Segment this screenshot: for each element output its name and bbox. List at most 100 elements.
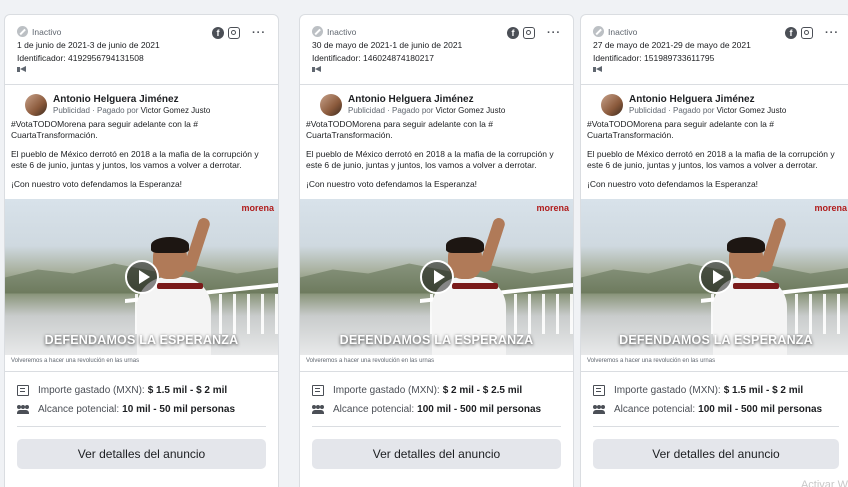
ad-video[interactable]: morena DEFENDAMOS LA ESPERANZA <box>5 198 278 355</box>
ad-dates: 27 de mayo de 2021-29 de mayo de 2021 <box>593 40 751 50</box>
ad-identifier: Identificador: 146024874180217 <box>312 53 434 63</box>
people-icon <box>17 404 29 415</box>
ad-card: Inactivo 1 de junio de 2021-3 de junio d… <box>4 14 279 487</box>
paid-by-prefix: Publicidad · Pagado por <box>629 106 715 115</box>
ad-video[interactable]: morena DEFENDAMOS LA ESPERANZA <box>300 198 573 355</box>
page-name[interactable]: Antonio Helguera Jiménez <box>629 94 786 105</box>
video-slogan: DEFENDAMOS LA ESPERANZA <box>339 332 534 347</box>
platforms: f ··· <box>507 27 561 39</box>
reach-row: Alcance potencial: 10 mil - 50 mil perso… <box>17 400 266 419</box>
more-options-icon[interactable]: ··· <box>252 27 266 39</box>
instagram-icon <box>801 27 813 39</box>
ad-video[interactable]: morena DEFENDAMOS LA ESPERANZA <box>581 198 848 355</box>
platforms: f ··· <box>785 27 839 39</box>
ad-card: Inactivo 27 de mayo de 2021-29 de mayo d… <box>580 14 848 487</box>
megaphone-icon <box>17 66 26 73</box>
ad-card-header: Inactivo 1 de junio de 2021-3 de junio d… <box>5 15 278 85</box>
video-slogan: DEFENDAMOS LA ESPERANZA <box>619 332 813 347</box>
shirt-stripe <box>452 282 498 289</box>
page-name[interactable]: Antonio Helguera Jiménez <box>348 94 505 105</box>
receipt-icon <box>312 384 324 396</box>
ad-text-line: ¡Con nuestro voto defendamos la Esperanz… <box>11 179 183 189</box>
ad-text-line: ¡Con nuestro voto defendamos la Esperanz… <box>587 179 759 189</box>
paid-by-name: Victor Gomez Justo <box>435 106 506 115</box>
see-ad-details-button[interactable]: Ver detalles del anuncio <box>593 438 839 469</box>
spend-label: Importe gastado (MXN): <box>614 384 721 396</box>
paid-by-prefix: Publicidad · Pagado por <box>348 106 434 115</box>
avatar[interactable] <box>601 94 623 116</box>
ad-identifier: Identificador: 151989733611795 <box>593 53 715 63</box>
ad-text-line: El pueblo de México derrotó en 2018 a la… <box>306 149 554 170</box>
ad-card-header: Inactivo 30 de mayo de 2021-1 de junio d… <box>300 15 573 85</box>
hair <box>727 236 765 253</box>
status-label: Inactivo <box>32 26 62 37</box>
reach-label: Alcance potencial: <box>614 403 696 415</box>
people-icon <box>312 404 324 415</box>
facebook-icon: f <box>785 27 797 39</box>
ad-card: Inactivo 30 de mayo de 2021-1 de junio d… <box>299 14 574 487</box>
paid-by-prefix: Publicidad · Pagado por <box>53 106 139 115</box>
page-name[interactable]: Antonio Helguera Jiménez <box>53 94 210 105</box>
paid-by: Publicidad · Pagado por Victor Gomez Jus… <box>629 106 786 115</box>
more-options-icon[interactable]: ··· <box>825 27 839 39</box>
hair <box>151 236 189 253</box>
video-slogan: DEFENDAMOS LA ESPERANZA <box>44 332 239 347</box>
spend-label: Importe gastado (MXN): <box>333 384 440 396</box>
receipt-icon <box>593 384 605 396</box>
ad-text-line: El pueblo de México derrotó en 2018 a la… <box>11 149 259 170</box>
play-icon[interactable] <box>419 259 454 294</box>
divider <box>312 425 561 427</box>
status-label: Inactivo <box>327 26 357 37</box>
reach-value: 100 mil - 500 mil personas <box>417 403 542 415</box>
avatar[interactable] <box>320 94 342 116</box>
instagram-icon <box>523 27 535 39</box>
reach-value: 10 mil - 50 mil personas <box>122 403 235 415</box>
ad-identifier: Identificador: 4192956794131508 <box>17 53 144 63</box>
inactive-status-icon <box>593 26 604 37</box>
avatar[interactable] <box>25 94 47 116</box>
inactive-status-icon <box>17 26 28 37</box>
paid-by: Publicidad · Pagado por Victor Gomez Jus… <box>53 106 210 115</box>
status-label: Inactivo <box>608 26 638 37</box>
ad-page-header: Antonio Helguera Jiménez Publicidad · Pa… <box>581 85 848 116</box>
play-icon[interactable] <box>699 259 733 294</box>
see-ad-details-button[interactable]: Ver detalles del anuncio <box>312 438 561 469</box>
receipt-icon <box>17 384 29 396</box>
video-caption: Volveremos a hacer una revolución en las… <box>300 355 573 372</box>
spend-row: Importe gastado (MXN): $ 1.5 mil - $ 2 m… <box>593 381 839 400</box>
reach-row: Alcance potencial: 100 mil - 500 mil per… <box>593 400 839 419</box>
reach-row: Alcance potencial: 100 mil - 500 mil per… <box>312 400 561 419</box>
facebook-icon: f <box>212 27 224 39</box>
ad-text-line: El pueblo de México derrotó en 2018 a la… <box>587 149 835 170</box>
spend-row: Importe gastado (MXN): $ 2 mil - $ 2.5 m… <box>312 381 561 400</box>
spend-value: $ 1.5 mil - $ 2 mil <box>147 384 228 396</box>
ad-stats: Importe gastado (MXN): $ 1.5 mil - $ 2 m… <box>5 372 278 419</box>
video-caption: Volveremos a hacer una revolución en las… <box>581 355 848 372</box>
video-caption: Volveremos a hacer una revolución en las… <box>5 355 278 372</box>
see-ad-details-button[interactable]: Ver detalles del anuncio <box>17 438 266 469</box>
play-icon[interactable] <box>124 259 159 294</box>
reach-value: 100 mil - 500 mil personas <box>698 403 823 415</box>
spend-value: $ 1.5 mil - $ 2 mil <box>723 384 804 396</box>
spend-value: $ 2 mil - $ 2.5 mil <box>442 384 523 396</box>
ad-body-text: #VotaTODOMorena para seguir adelante con… <box>5 116 278 190</box>
brand-logo: morena <box>814 202 847 213</box>
divider <box>593 425 839 427</box>
spend-row: Importe gastado (MXN): $ 1.5 mil - $ 2 m… <box>17 381 266 400</box>
brand-logo: morena <box>536 202 569 213</box>
megaphone-icon <box>593 66 602 73</box>
more-options-icon[interactable]: ··· <box>547 27 561 39</box>
ad-body-text: #VotaTODOMorena para seguir adelante con… <box>300 116 573 190</box>
inactive-status-icon <box>312 26 323 37</box>
os-activation-watermark: Activar W <box>800 479 848 487</box>
ad-text-line: #VotaTODOMorena para seguir adelante con… <box>587 119 774 140</box>
ad-text-line: #VotaTODOMorena para seguir adelante con… <box>11 119 198 140</box>
ad-page-header: Antonio Helguera Jiménez Publicidad · Pa… <box>5 85 278 116</box>
spend-label: Importe gastado (MXN): <box>38 384 145 396</box>
ad-dates: 1 de junio de 2021-3 de junio de 2021 <box>17 40 160 50</box>
megaphone-icon <box>312 66 321 73</box>
ad-text-line: ¡Con nuestro voto defendamos la Esperanz… <box>306 179 478 189</box>
shirt-stripe <box>157 282 203 289</box>
ad-body-text: #VotaTODOMorena para seguir adelante con… <box>581 116 848 190</box>
divider <box>17 425 266 427</box>
